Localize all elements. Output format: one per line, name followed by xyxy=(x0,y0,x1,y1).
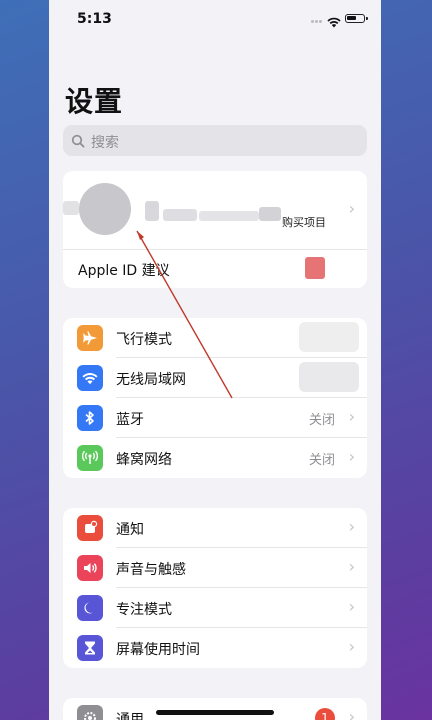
row-label: 蓝牙 xyxy=(116,412,144,428)
settings-row-focus[interactable]: 专注模式 › xyxy=(63,588,367,628)
apple-id-profile-row[interactable]: 购买项目 › xyxy=(63,171,367,250)
bluetooth-icon xyxy=(77,405,103,431)
search-icon xyxy=(71,133,85,152)
row-label: 通用 xyxy=(116,712,144,720)
moon-icon xyxy=(77,595,103,621)
general-card: 通用 1 › xyxy=(63,698,367,720)
search-placeholder: 搜索 xyxy=(91,135,119,151)
redacted-text xyxy=(199,211,259,221)
page-title: 设置 xyxy=(65,85,124,118)
notifications-icon xyxy=(77,515,103,541)
row-label: 屏幕使用时间 xyxy=(116,642,200,658)
signal-dots-icon xyxy=(311,20,325,24)
bluetooth-status: 关闭 xyxy=(308,413,335,428)
notifications-card: 通知 › 声音与触感 › 专注模式 › 屏幕使用时间 › xyxy=(63,508,367,668)
redacted-badge xyxy=(305,257,325,279)
cellular-icon xyxy=(77,445,103,471)
settings-screen: 5:13 设置 搜索 购买项目 › Apple ID 建议 飞行模式 无线局域网… xyxy=(49,0,381,720)
redacted-text xyxy=(163,209,197,221)
gear-icon xyxy=(77,705,103,720)
airplane-icon xyxy=(77,325,103,351)
row-label: 声音与触感 xyxy=(116,562,186,578)
sound-icon xyxy=(77,555,103,581)
notification-badge: 1 xyxy=(315,708,335,720)
status-bar: 5:13 xyxy=(49,0,381,40)
battery-icon xyxy=(345,14,368,23)
home-indicator xyxy=(156,710,274,715)
settings-row-bluetooth[interactable]: 蓝牙 关闭 › xyxy=(63,398,367,438)
settings-row-screen-time[interactable]: 屏幕使用时间 › xyxy=(63,628,367,668)
settings-row-sounds[interactable]: 声音与触感 › xyxy=(63,548,367,588)
chevron-right-icon: › xyxy=(348,407,355,426)
chevron-right-icon: › xyxy=(348,199,355,218)
redacted-text xyxy=(63,201,79,215)
hourglass-icon xyxy=(77,635,103,661)
row-label: 蜂窝网络 xyxy=(116,452,172,468)
chevron-right-icon: › xyxy=(348,517,355,536)
status-time: 5:13 xyxy=(77,11,112,27)
redacted-text xyxy=(145,201,159,221)
row-label: 专注模式 xyxy=(116,602,172,618)
row-label: 通知 xyxy=(116,522,144,538)
redacted-value xyxy=(299,362,359,392)
chevron-right-icon: › xyxy=(348,707,355,720)
chevron-right-icon: › xyxy=(348,637,355,656)
avatar xyxy=(79,183,131,235)
connectivity-card: 飞行模式 无线局域网 蓝牙 关闭 › 蜂窝网络 关闭 › xyxy=(63,318,367,478)
apple-id-suggestions-label: Apple ID 建议 xyxy=(78,263,170,279)
settings-row-general[interactable]: 通用 1 › xyxy=(63,698,367,720)
profile-card: 购买项目 › Apple ID 建议 xyxy=(63,171,367,288)
purchases-label: 购买项目 xyxy=(282,216,326,229)
search-input[interactable]: 搜索 xyxy=(63,125,367,156)
cellular-status: 关闭 xyxy=(308,453,335,468)
settings-row-notifications[interactable]: 通知 › xyxy=(63,508,367,548)
row-label: 无线局域网 xyxy=(116,372,186,388)
settings-row-cellular[interactable]: 蜂窝网络 关闭 › xyxy=(63,438,367,478)
chevron-right-icon: › xyxy=(348,447,355,466)
row-label: 飞行模式 xyxy=(116,332,172,348)
chevron-right-icon: › xyxy=(348,597,355,616)
redacted-text xyxy=(259,207,281,221)
chevron-right-icon: › xyxy=(348,557,355,576)
redacted-toggle xyxy=(299,322,359,352)
wifi-icon xyxy=(77,365,103,391)
wifi-status-icon xyxy=(327,13,341,32)
apple-id-suggestions-row[interactable]: Apple ID 建议 xyxy=(63,250,367,288)
